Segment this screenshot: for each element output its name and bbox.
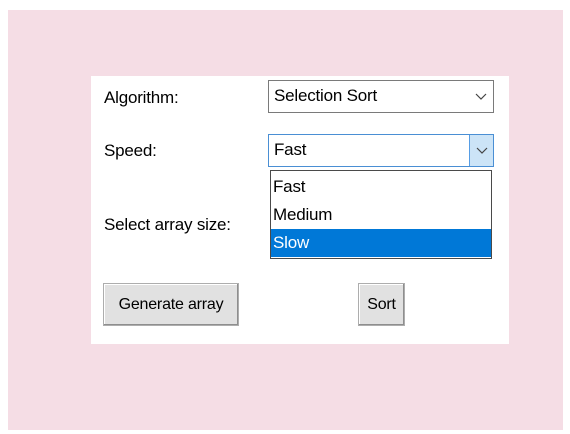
speed-label: Speed: (104, 141, 157, 160)
sort-button[interactable]: Sort (358, 283, 405, 326)
array-size-label: Select array size: (104, 215, 231, 234)
algorithm-label: Algorithm: (104, 88, 179, 107)
chevron-down-icon[interactable] (469, 135, 493, 166)
speed-option-fast[interactable]: Fast (271, 173, 491, 201)
algorithm-select-value: Selection Sort (274, 86, 378, 105)
algorithm-select[interactable]: Selection Sort (268, 80, 494, 113)
speed-select[interactable]: Fast (268, 134, 494, 167)
speed-dropdown-list: Fast Medium Slow (270, 170, 492, 259)
speed-option-medium[interactable]: Medium (271, 201, 491, 229)
speed-select-value: Fast (274, 140, 307, 159)
generate-array-button[interactable]: Generate array (103, 283, 239, 326)
chevron-down-icon (469, 81, 493, 112)
speed-option-slow[interactable]: Slow (271, 229, 491, 257)
